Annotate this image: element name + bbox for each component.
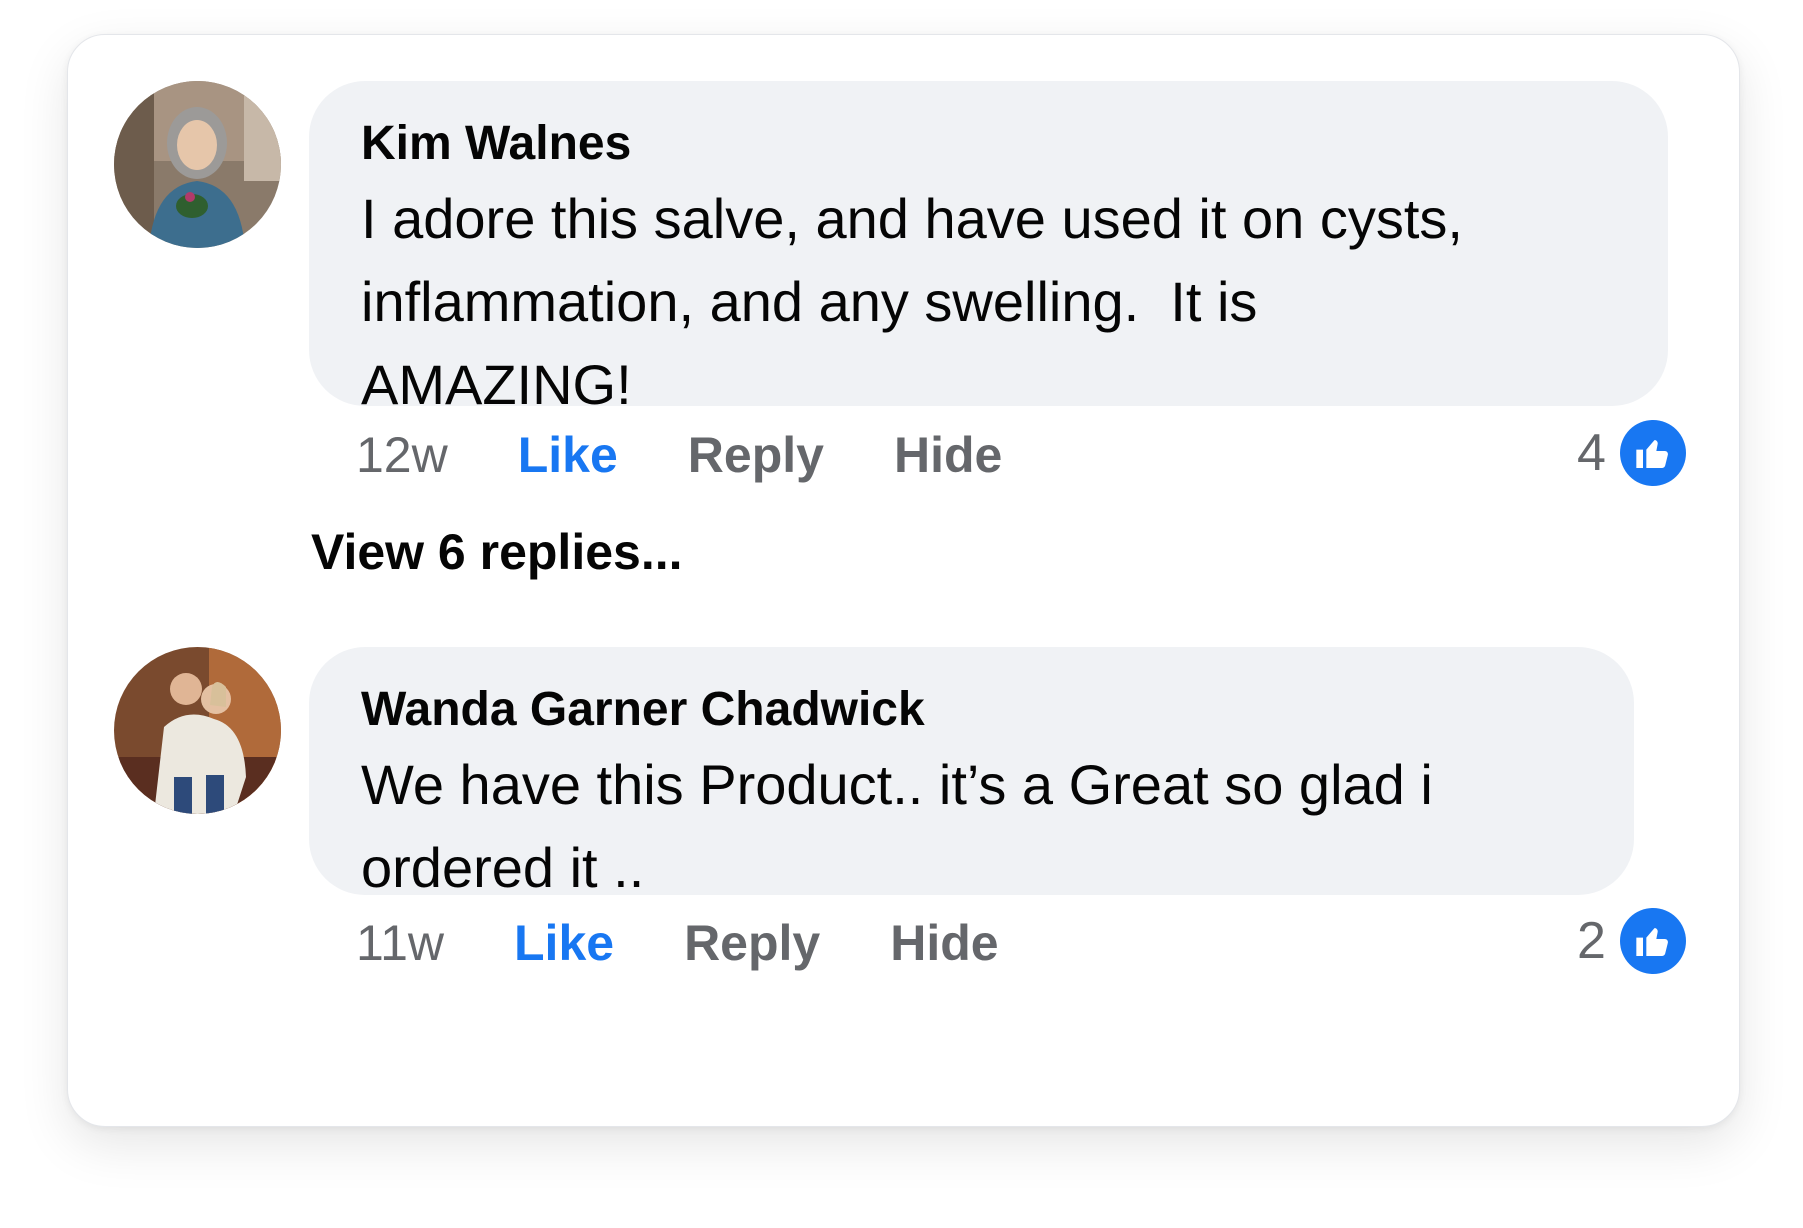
comment-bubble: Wanda Garner Chadwick We have this Produ…: [309, 647, 1634, 899]
comments-card: Kim Walnes I adore this salve, and have …: [67, 34, 1740, 1127]
reaction-count: 4: [1577, 424, 1606, 482]
like-button[interactable]: Like: [514, 914, 614, 972]
comment-text: I adore this salve, and have used it on …: [361, 187, 1463, 416]
comment-text: We have this Product.. it’s a Great so g…: [361, 753, 1433, 899]
comment-timestamp[interactable]: 12w: [356, 426, 448, 484]
thumbs-up-icon: [1619, 420, 1686, 486]
comment-author[interactable]: Kim Walnes: [361, 115, 1616, 173]
avatar-photo: [114, 647, 281, 814]
hide-button[interactable]: Hide: [890, 914, 998, 972]
comment-timestamp[interactable]: 11w: [356, 914, 444, 972]
avatar[interactable]: [114, 647, 281, 814]
avatar[interactable]: [114, 81, 281, 248]
reaction-summary[interactable]: 4: [1577, 418, 1686, 488]
comment-actions: 11w Like Reply Hide: [356, 908, 999, 978]
like-button[interactable]: Like: [518, 426, 618, 484]
comment-actions: 12w Like Reply Hide: [356, 420, 1002, 490]
reply-button[interactable]: Reply: [684, 914, 820, 972]
avatar-photo: [114, 81, 281, 248]
hide-button[interactable]: Hide: [894, 426, 1002, 484]
reaction-count: 2: [1577, 912, 1606, 970]
thumbs-up-icon: [1619, 908, 1686, 974]
comment-bubble: Kim Walnes I adore this salve, and have …: [309, 81, 1668, 416]
reply-button[interactable]: Reply: [688, 426, 824, 484]
view-replies-link[interactable]: View 6 replies...: [311, 523, 683, 581]
comment-author[interactable]: Wanda Garner Chadwick: [361, 681, 1582, 739]
reaction-summary[interactable]: 2: [1577, 906, 1686, 976]
